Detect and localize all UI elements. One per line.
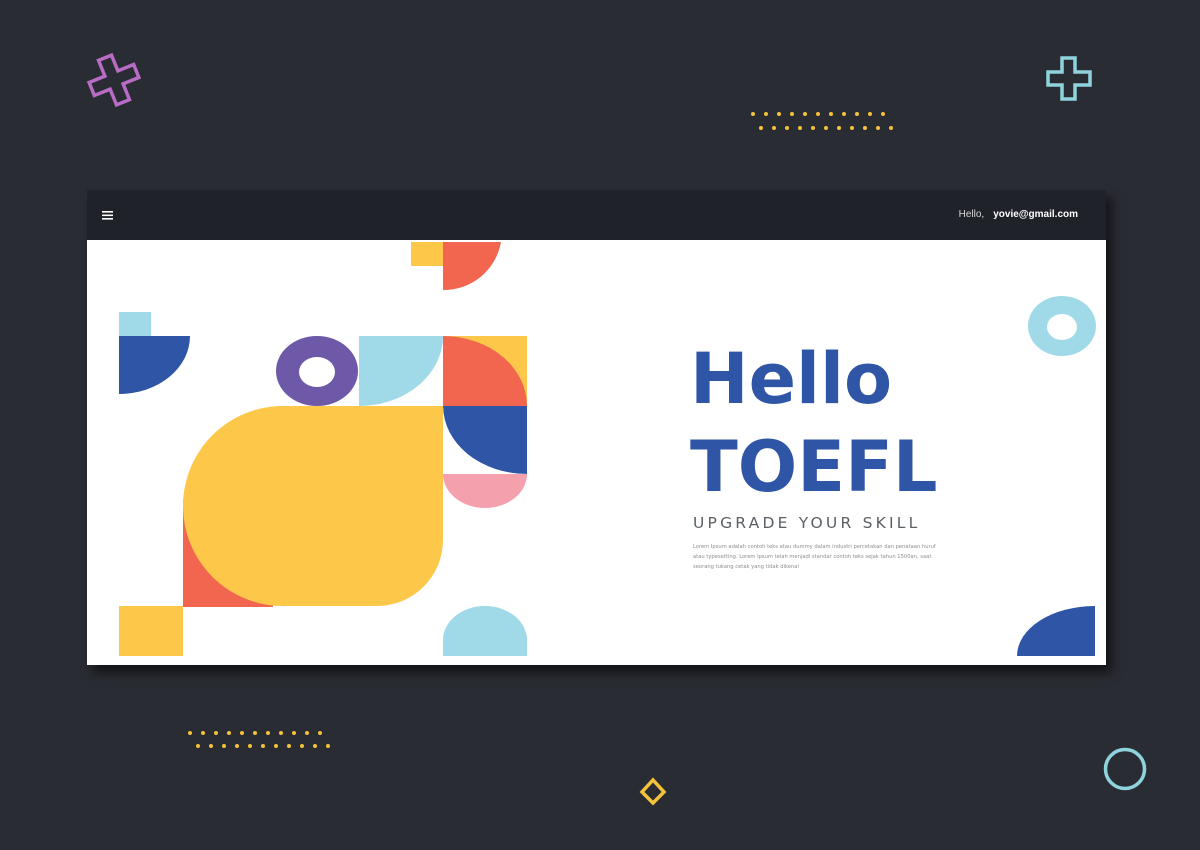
yellow-square-small <box>411 242 443 266</box>
pink-half-circle <box>443 474 527 508</box>
greeting-label: Hello, <box>958 209 985 220</box>
teal-circle-icon <box>1103 747 1147 791</box>
yellow-rounded-blob <box>183 406 443 606</box>
hero-title-line1: Hello <box>690 338 893 420</box>
geometric-illustration <box>119 242 1096 656</box>
yellow-square-bottom <box>119 606 183 656</box>
user-greeting: Hello, yovie@gmail.com <box>959 209 1078 221</box>
hero-subtitle: UPGRADE YOUR SKILL <box>693 514 921 532</box>
yellow-dots-bottom <box>188 731 330 748</box>
light-blue-square-small <box>119 312 151 336</box>
light-blue-half-circle <box>443 606 527 656</box>
yellow-dots-top <box>751 112 893 130</box>
hamburger-menu-icon[interactable] <box>101 208 115 222</box>
teal-plus-icon <box>1046 56 1092 101</box>
top-navigation-bar: Hello, yovie@gmail.com <box>87 190 1106 240</box>
hero-title: Hello TOEFL <box>690 335 938 511</box>
user-email-link[interactable]: yovie@gmail.com <box>993 209 1078 220</box>
app-window: Hello, yovie@gmail.com Hello TOEFL UPGRA… <box>87 190 1106 665</box>
pink-plus-icon <box>86 52 142 108</box>
hero-title-line2: TOEFL <box>690 426 938 508</box>
coral-quarter-circle-top <box>443 242 501 291</box>
yellow-diamond-icon <box>639 777 667 806</box>
hero-description: Lorem Ipsum adalah contoh teks atau dumm… <box>693 544 936 570</box>
blue-quarter-circle-bottom <box>1017 606 1095 656</box>
blue-quarter-circle-left <box>119 336 190 394</box>
